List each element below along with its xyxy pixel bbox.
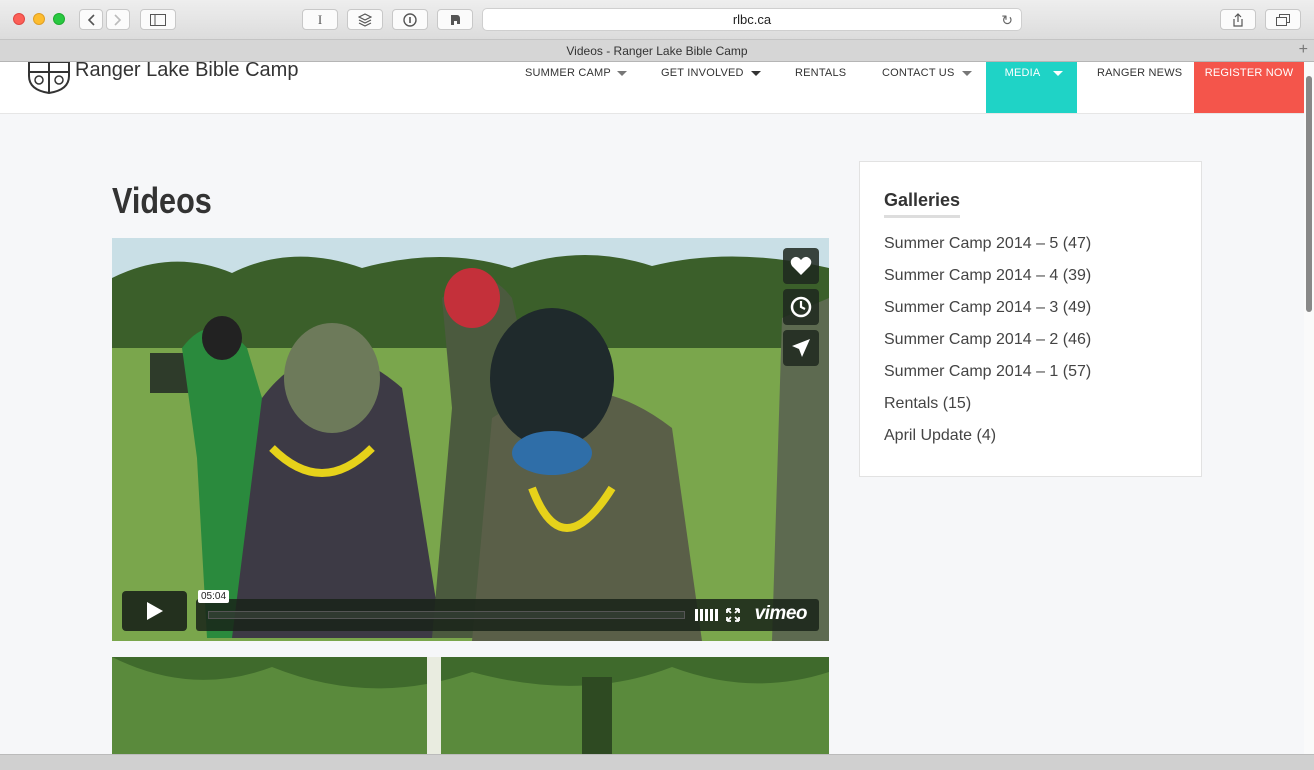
nav-rentals[interactable]: RENTALS (795, 62, 855, 113)
gallery-link[interactable]: Summer Camp 2014 – 5 (47) (884, 235, 1091, 267)
video-thumbnail (112, 238, 829, 641)
nav-label: CONTACT US (882, 67, 955, 79)
nav-media[interactable]: MEDIA (986, 62, 1077, 113)
nav-summer-camp[interactable]: SUMMER CAMP (525, 62, 635, 113)
address-bar[interactable]: rlbc.ca ↻ (482, 8, 1022, 31)
caret-down-icon (751, 71, 761, 76)
new-tab-icon[interactable]: + (1299, 41, 1308, 59)
video-controls: vimeo 05:04 (122, 590, 819, 631)
password-button[interactable] (392, 9, 428, 30)
layers-button[interactable] (347, 9, 383, 30)
video-player[interactable]: vimeo 05:04 (112, 238, 829, 641)
caret-down-icon (1053, 71, 1063, 76)
chevron-right-icon (114, 13, 122, 26)
play-button[interactable] (122, 591, 187, 631)
gallery-link[interactable]: Rentals (15) (884, 395, 1091, 427)
nav-label: GET INVOLVED (661, 67, 744, 79)
minimize-window-button[interactable] (33, 13, 45, 25)
share-icon (1233, 12, 1243, 27)
gallery-link[interactable]: Summer Camp 2014 – 1 (57) (884, 363, 1091, 395)
gallery-link[interactable]: Summer Camp 2014 – 3 (49) (884, 299, 1091, 331)
video-thumbnail (112, 657, 829, 757)
video-player-2[interactable] (112, 657, 829, 757)
galleries-widget: Galleries Summer Camp 2014 – 5 (47) Summ… (859, 161, 1202, 477)
status-bar (0, 754, 1314, 770)
camp-crest-logo[interactable] (28, 62, 70, 94)
nav-label: MEDIA (1004, 67, 1041, 79)
page-title: Videos (112, 180, 212, 221)
url-text: rlbc.ca (732, 12, 772, 27)
back-button[interactable] (79, 9, 103, 30)
caret-down-icon (617, 71, 627, 76)
close-window-button[interactable] (13, 13, 25, 25)
site-header: Ranger Lake Bible Camp SUMMER CAMP GET I… (0, 59, 1304, 114)
reload-icon[interactable]: ↻ (1001, 12, 1013, 29)
maximize-window-button[interactable] (53, 13, 65, 25)
nav-label: RENTALS (795, 67, 847, 79)
forward-button[interactable] (106, 9, 130, 30)
nav-get-involved[interactable]: GET INVOLVED (661, 62, 771, 113)
chevron-left-icon (87, 13, 95, 26)
control-bar: vimeo (196, 599, 819, 631)
fullscreen-icon[interactable] (726, 608, 740, 622)
nav-ranger-news[interactable]: RANGER NEWS (1097, 62, 1187, 113)
play-icon (146, 602, 163, 620)
info-circle-icon (403, 12, 417, 27)
nav-label: RANGER NEWS (1097, 67, 1183, 79)
galleries-heading: Galleries (884, 190, 961, 218)
tabs-icon (1276, 13, 1290, 26)
paper-plane-icon (792, 339, 810, 357)
register-now-button[interactable]: REGISTER NOW (1194, 62, 1304, 113)
gallery-link[interactable]: Summer Camp 2014 – 4 (39) (884, 267, 1091, 299)
tabs-overview-button[interactable] (1265, 9, 1301, 30)
gallery-link[interactable]: Summer Camp 2014 – 2 (46) (884, 331, 1091, 363)
gallery-link[interactable]: April Update (4) (884, 427, 1091, 459)
nav-label: REGISTER NOW (1204, 67, 1294, 79)
galleries-list: Summer Camp 2014 – 5 (47) Summer Camp 20… (884, 235, 1091, 459)
heart-icon (790, 256, 812, 275)
nav-contact-us[interactable]: CONTACT US (882, 62, 982, 113)
browser-toolbar: I rlbc.ca ↻ (0, 0, 1314, 40)
sidebar-icon (150, 13, 166, 26)
clock-icon (790, 296, 812, 318)
share-video-button[interactable] (783, 330, 819, 366)
scrollbar-thumb[interactable] (1306, 76, 1312, 312)
watch-later-button[interactable] (783, 289, 819, 325)
tab-title[interactable]: Videos - Ranger Lake Bible Camp (566, 44, 747, 58)
elephant-icon (451, 14, 460, 25)
sidebar-toggle-button[interactable] (140, 9, 176, 30)
reader-button[interactable]: I (302, 9, 338, 30)
extension-button[interactable] (437, 9, 473, 30)
caret-down-icon (962, 71, 972, 76)
like-button[interactable] (783, 248, 819, 284)
layers-icon (358, 12, 372, 27)
nav-label: SUMMER CAMP (525, 67, 611, 79)
share-button[interactable] (1220, 9, 1256, 30)
video-timecode: 05:04 (198, 590, 230, 603)
progress-bar[interactable] (208, 611, 685, 619)
vimeo-logo[interactable]: vimeo (755, 603, 808, 625)
volume-icon[interactable] (695, 609, 719, 621)
site-logo-text[interactable]: Ranger Lake Bible Camp (75, 59, 298, 82)
